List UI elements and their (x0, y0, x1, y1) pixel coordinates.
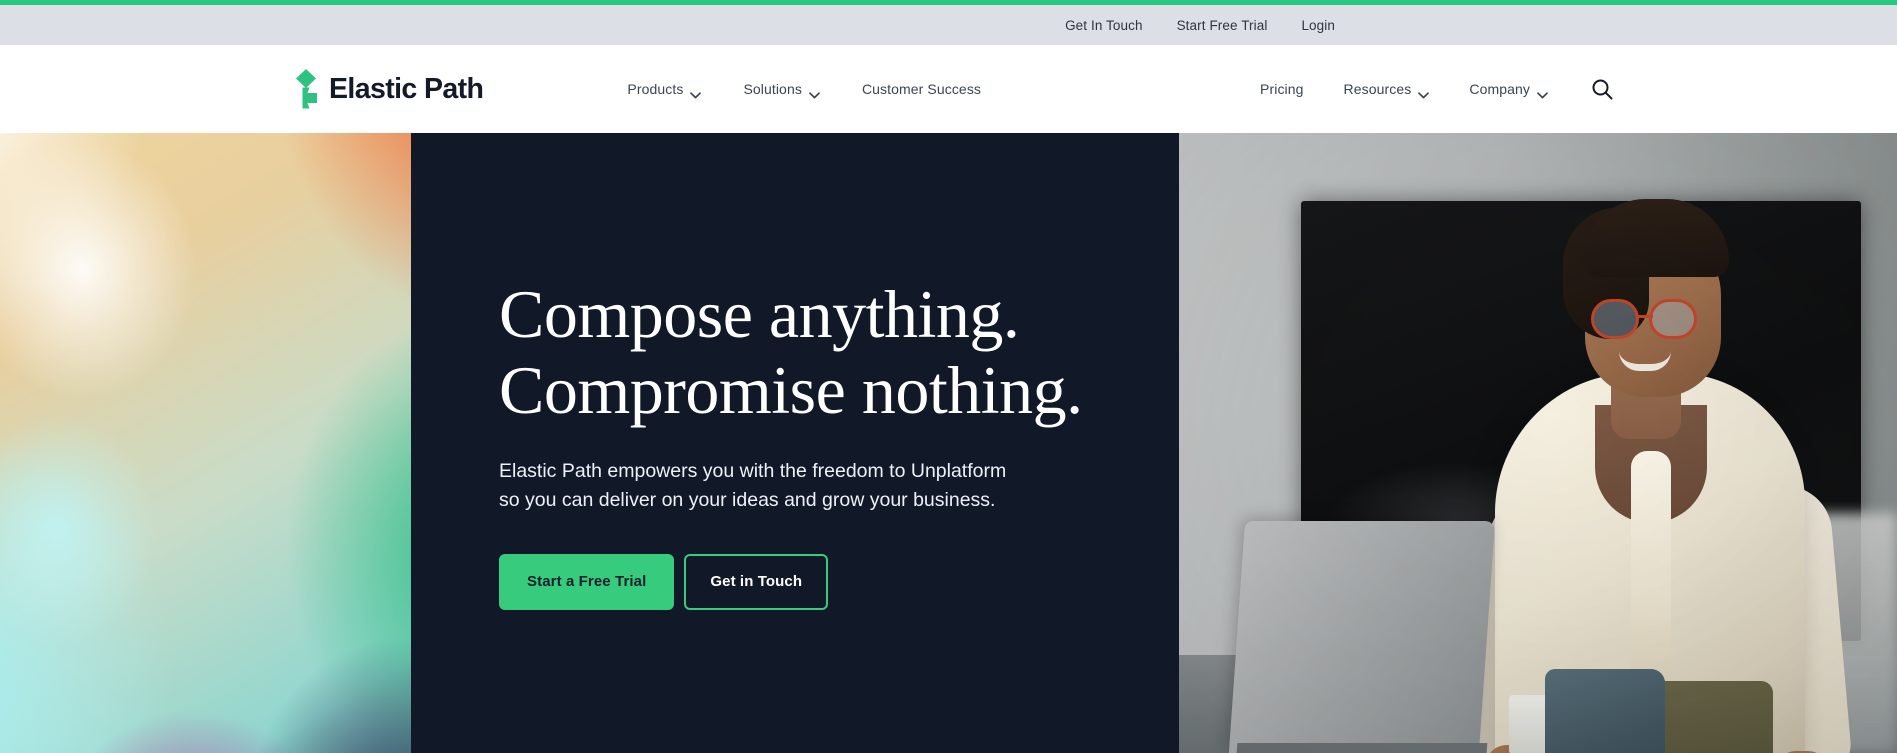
nav-item-company-label: Company (1469, 81, 1530, 97)
hero-subtitle-line-2: so you can deliver on your ideas and gro… (499, 489, 996, 512)
nav-item-company[interactable]: Company (1469, 81, 1548, 98)
nav-item-products[interactable]: Products (627, 81, 702, 98)
primary-navigation: Products Solutions Customer Success (627, 81, 981, 98)
hero-section: Compose anything. Compromise nothing. El… (0, 133, 1897, 753)
utility-bar: Get In Touch Start Free Trial Login (0, 5, 1897, 45)
hero-content: Compose anything. Compromise nothing. El… (411, 133, 1179, 753)
start-free-trial-button[interactable]: Start a Free Trial (499, 553, 675, 610)
brand-name: Elastic Path (329, 72, 484, 105)
chevron-down-icon (809, 86, 820, 98)
hero-subtitle-line-1: Elastic Path empowers you with the freed… (499, 459, 1007, 482)
elastic-path-logo-icon (293, 67, 319, 111)
nav-item-products-label: Products (627, 81, 684, 97)
hero-cta-group: Start a Free Trial Get in Touch (499, 553, 1179, 610)
chevron-down-icon (1418, 86, 1430, 98)
hero-photo-woman-with-laptop (1179, 133, 1897, 753)
nav-item-customer-success[interactable]: Customer Success (862, 81, 981, 97)
nav-item-pricing[interactable]: Pricing (1260, 81, 1304, 97)
get-in-touch-button[interactable]: Get in Touch (684, 553, 829, 610)
nav-item-solutions[interactable]: Solutions (743, 81, 820, 98)
utility-link-start-free-trial[interactable]: Start Free Trial (1177, 18, 1268, 33)
brand-logo-link[interactable]: Elastic Path (293, 67, 484, 111)
decorative-gradient-panel (0, 133, 411, 753)
hero-title-line-2: Compromise nothing. (499, 352, 1083, 429)
secondary-navigation: Pricing Resources Company (1260, 77, 1897, 101)
utility-link-login[interactable]: Login (1301, 18, 1335, 33)
nav-item-customer-success-label: Customer Success (861, 81, 982, 97)
chevron-down-icon (690, 86, 702, 98)
main-header: Elastic Path Products Solutions Customer… (0, 45, 1897, 133)
chevron-down-icon (1537, 86, 1548, 98)
utility-link-get-in-touch[interactable]: Get In Touch (1065, 18, 1143, 33)
search-icon[interactable] (1590, 77, 1614, 101)
hero-title-line-1: Compose anything. (499, 276, 1020, 353)
nav-item-pricing-label: Pricing (1260, 81, 1304, 97)
nav-item-resources[interactable]: Resources (1343, 81, 1430, 98)
hero-title: Compose anything. Compromise nothing. (499, 276, 1179, 428)
hero-subtitle: Elastic Path empowers you with the freed… (499, 457, 1099, 516)
nav-item-resources-label: Resources (1343, 81, 1412, 97)
nav-item-solutions-label: Solutions (743, 81, 802, 97)
